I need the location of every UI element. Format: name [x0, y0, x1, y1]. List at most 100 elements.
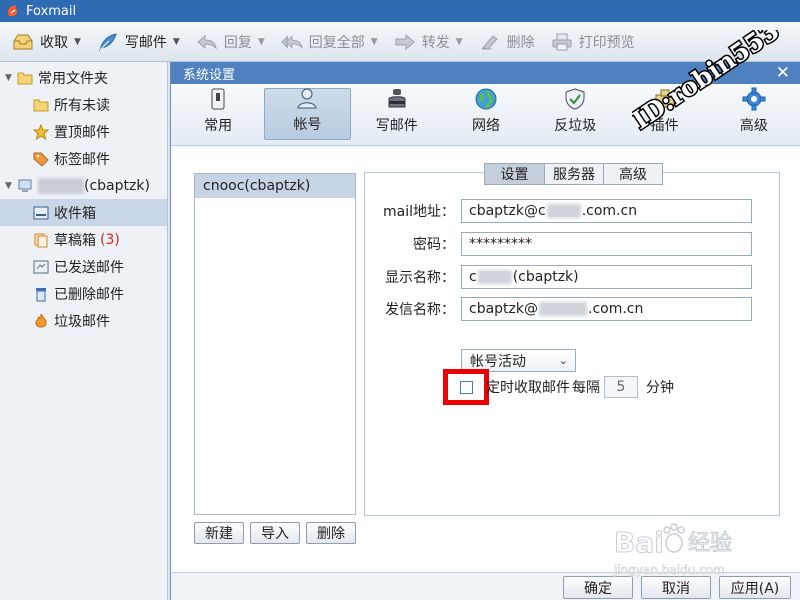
timer-receive-checkbox[interactable]: [459, 380, 473, 394]
sender-name-field[interactable]: cbaptzk@ .com.cn: [461, 297, 752, 321]
tab-label: 帐号: [293, 117, 322, 133]
sidebar-item-label: 垃圾邮件: [54, 313, 110, 330]
sidebar-item-tagged[interactable]: 标签邮件: [0, 145, 167, 172]
tab-label: 网络: [472, 118, 501, 134]
tab-plugins[interactable]: 插件: [621, 88, 707, 140]
sidebar-item-all-unread[interactable]: 所有未读: [0, 91, 167, 118]
email-label: mail地址：: [383, 204, 455, 220]
sidebar-item-inbox[interactable]: 收件箱: [0, 199, 167, 226]
collapse-arrow-icon[interactable]: ▼: [5, 181, 17, 191]
sent-icon: [33, 259, 49, 275]
settings-subtabs: 设置 服务器 高级: [484, 163, 663, 185]
account-settings-panel: 设置 服务器 高级 mail地址： cbaptzk@c .com.cn 密码： …: [364, 163, 780, 516]
delete-icon: [479, 32, 501, 52]
folder-icon: [17, 70, 33, 86]
receive-button[interactable]: 收取 ▼: [12, 32, 81, 52]
sidebar-item-account[interactable]: ▼ (cbaptzk): [0, 172, 167, 199]
account-list[interactable]: cnooc(cbaptzk): [194, 173, 356, 515]
subtab-advanced[interactable]: 高级: [603, 163, 663, 185]
subtab-settings[interactable]: 设置: [484, 163, 545, 185]
sidebar-item-common-folders[interactable]: ▼ 常用文件夹: [0, 64, 167, 91]
tab-account[interactable]: 帐号: [264, 88, 351, 140]
sidebar-item-label: 所有未读: [54, 97, 110, 114]
tab-general[interactable]: 常用: [175, 88, 261, 140]
delete-label: 删除: [506, 34, 535, 51]
compose-button[interactable]: 写邮件 ▼: [97, 32, 180, 52]
display-name-field[interactable]: c (cbaptzk): [461, 265, 752, 289]
tab-network[interactable]: 网络: [443, 88, 529, 140]
fire-icon: [33, 313, 49, 329]
delete-button[interactable]: 删除: [479, 32, 535, 52]
tab-advanced[interactable]: 高级: [711, 87, 797, 140]
feather-pen-icon: [97, 32, 119, 52]
print-preview-label: 打印预览: [578, 34, 635, 51]
account-computer-icon: [17, 178, 33, 194]
tab-label: 高级: [739, 118, 768, 134]
tab-label: 写邮件: [375, 118, 418, 134]
subtab-server[interactable]: 服务器: [544, 163, 604, 185]
inbox-icon: [33, 205, 49, 221]
display-name-suffix: (cbaptzk): [512, 269, 579, 285]
reply-button[interactable]: 回复 ▼: [196, 32, 265, 52]
apply-button[interactable]: 应用(A): [719, 576, 791, 599]
password-value: *********: [469, 236, 532, 252]
folder-icon: [33, 97, 49, 113]
close-icon[interactable]: ✕: [776, 64, 790, 82]
tab-compose[interactable]: 写邮件: [354, 88, 440, 140]
drafts-count-badge: (3): [100, 231, 120, 248]
forward-label: 转发: [421, 34, 450, 51]
receive-label: 收取: [40, 34, 68, 51]
new-account-button[interactable]: 新建: [194, 522, 244, 544]
password-label: 密码：: [413, 237, 455, 253]
globe-icon: [473, 87, 499, 111]
tab-antispam[interactable]: 反垃圾: [532, 88, 618, 140]
app-title: Foxmail: [26, 3, 77, 19]
sender-domain-redacted: [539, 302, 587, 316]
forward-dropdown-icon[interactable]: ▼: [456, 37, 463, 47]
tag-icon: [33, 151, 49, 167]
print-preview-button[interactable]: 打印预览: [551, 32, 635, 52]
reply-all-arrow-icon: [281, 32, 303, 52]
delete-account-button[interactable]: 删除: [306, 522, 356, 544]
sender-prefix: cbaptzk@: [469, 301, 538, 317]
dialog-body: cnooc(cbaptzk) 新建 导入 删除 设置 服务器 高级 mail地址…: [171, 148, 800, 572]
sidebar-item-label: 草稿箱: [54, 232, 96, 249]
password-field[interactable]: *********: [461, 232, 752, 256]
gear-icon: [741, 87, 767, 111]
switch-icon: [205, 87, 231, 111]
import-account-button[interactable]: 导入: [250, 522, 300, 544]
reply-all-button[interactable]: 回复全部 ▼: [281, 32, 378, 52]
reply-all-dropdown-icon[interactable]: ▼: [371, 37, 378, 47]
email-prefix: cbaptzk@c: [469, 203, 546, 219]
compose-dropdown-icon[interactable]: ▼: [173, 37, 180, 47]
sidebar-item-label: 常用文件夹: [38, 70, 108, 87]
inbox-tray-icon: [12, 32, 34, 52]
forward-button[interactable]: 转发 ▼: [394, 32, 463, 52]
email-field[interactable]: cbaptzk@c .com.cn: [461, 199, 752, 223]
sidebar-item-sent[interactable]: 已发送邮件: [0, 253, 167, 280]
account-list-item[interactable]: cnooc(cbaptzk): [195, 174, 355, 198]
sidebar-item-pinned[interactable]: 置顶邮件: [0, 118, 167, 145]
tab-label: 插件: [650, 118, 679, 134]
ok-button[interactable]: 确定: [563, 576, 633, 599]
folder-sidebar: ▼ 常用文件夹 所有未读 置顶邮件 标签邮件 ▼ (cbaptzk) 收件箱 草…: [0, 62, 168, 600]
settings-dialog: 系统设置 ✕ 常用 帐号 写邮件 网络 反垃圾 插件 高级 cnooc(cbap…: [170, 62, 800, 600]
cancel-button[interactable]: 取消: [641, 576, 711, 599]
receive-dropdown-icon[interactable]: ▼: [74, 37, 81, 47]
sidebar-item-label: 置顶邮件: [54, 124, 110, 141]
ink-pot-icon: [384, 87, 410, 111]
timer-receive-label: 定时收取邮件: [486, 380, 570, 396]
dialog-titlebar: 系统设置 ✕: [171, 62, 800, 84]
sender-suffix: .com.cn: [588, 301, 644, 317]
reply-arrow-icon: [196, 32, 218, 52]
chevron-down-icon: ⌄: [558, 354, 568, 367]
sidebar-item-drafts[interactable]: 草稿箱 (3): [0, 226, 167, 253]
sidebar-item-deleted[interactable]: 已删除邮件: [0, 280, 167, 307]
display-name-prefix: c: [469, 269, 477, 285]
collapse-arrow-icon[interactable]: ▼: [5, 73, 17, 83]
interval-input[interactable]: 5: [604, 376, 638, 398]
sender-name-label: 发信名称：: [385, 302, 455, 318]
sidebar-item-junk[interactable]: 垃圾邮件: [0, 307, 167, 334]
reply-dropdown-icon[interactable]: ▼: [258, 37, 265, 47]
foxmail-logo-icon: [6, 4, 20, 18]
